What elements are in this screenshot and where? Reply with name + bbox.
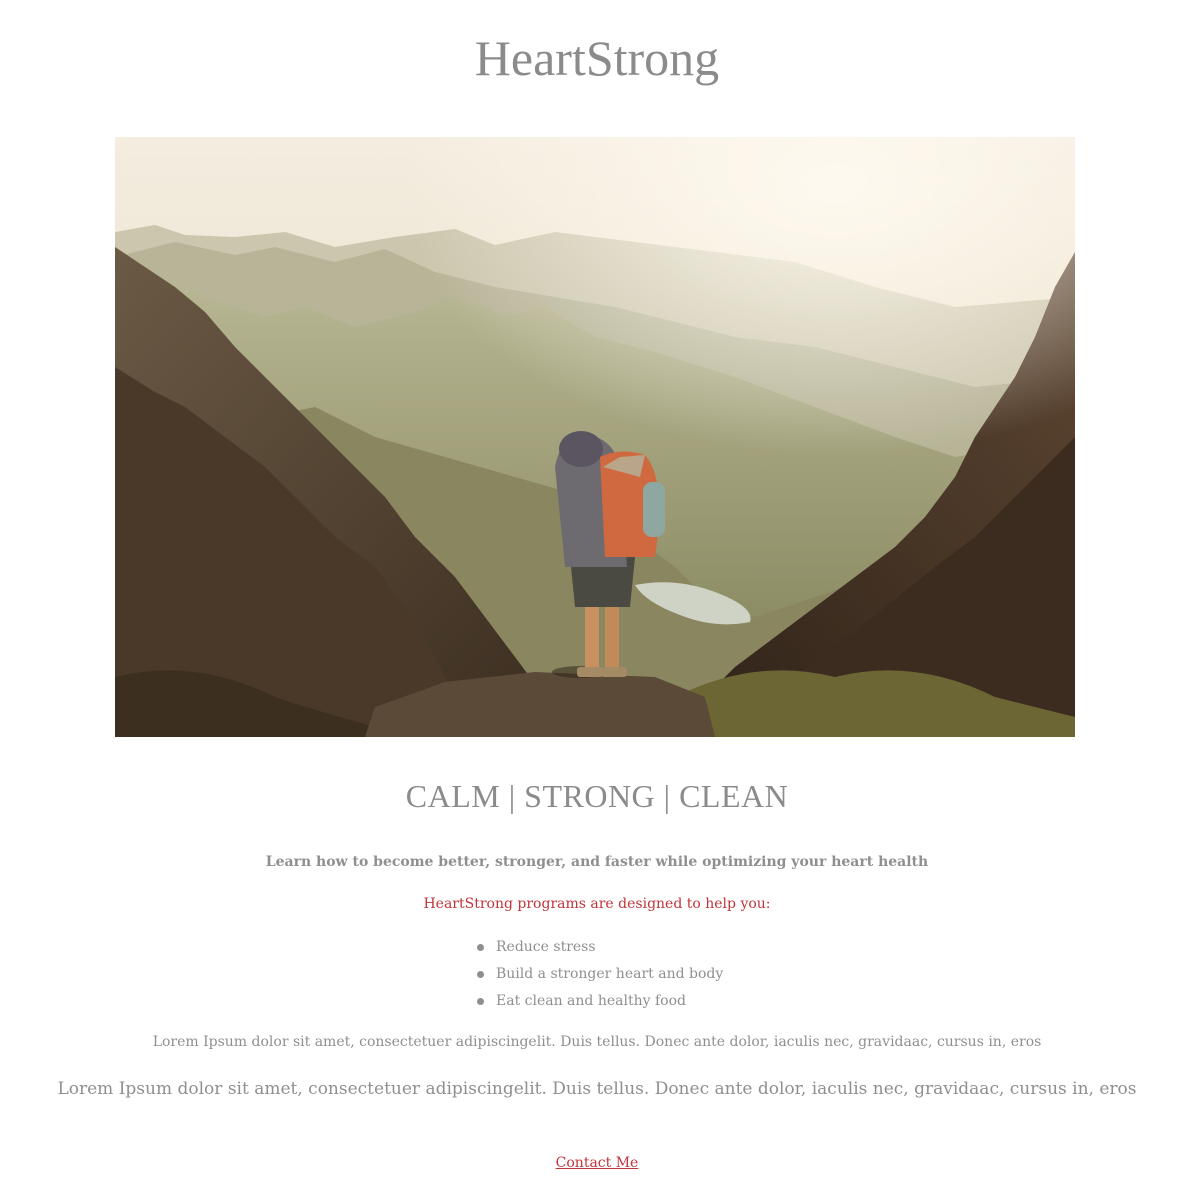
hero-image [115,137,1075,737]
contact-me-link[interactable]: Contact Me [556,1155,639,1171]
benefit-label: Build a stronger heart and body [496,966,724,982]
bullet-icon [477,998,484,1005]
bullet-icon [477,971,484,978]
list-item: Eat clean and healthy food [476,988,723,1015]
programs-intro-text: HeartStrong programs are designed to hel… [423,896,771,912]
benefit-label: Reduce stress [496,939,596,955]
body-paragraph-small: Lorem Ipsum dolor sit amet, consectetuer… [152,1034,1042,1050]
hero-mountain-illustration [115,137,1075,737]
benefits-list: Reduce stress Build a stronger heart and… [476,934,723,1015]
benefit-label: Eat clean and healthy food [496,993,686,1009]
body-paragraph-large: Lorem Ipsum dolor sit amet, consectetuer… [57,1079,1137,1099]
list-item: Reduce stress [476,934,723,961]
contact-container: Contact Me [0,1152,1194,1174]
bullet-icon [477,944,484,951]
site-title: HeartStrong [474,30,720,86]
tagline-heading: CALM | STRONG | CLEAN [405,778,789,814]
lead-text: Learn how to become better, stronger, an… [265,854,929,870]
list-item: Build a stronger heart and body [476,961,723,988]
